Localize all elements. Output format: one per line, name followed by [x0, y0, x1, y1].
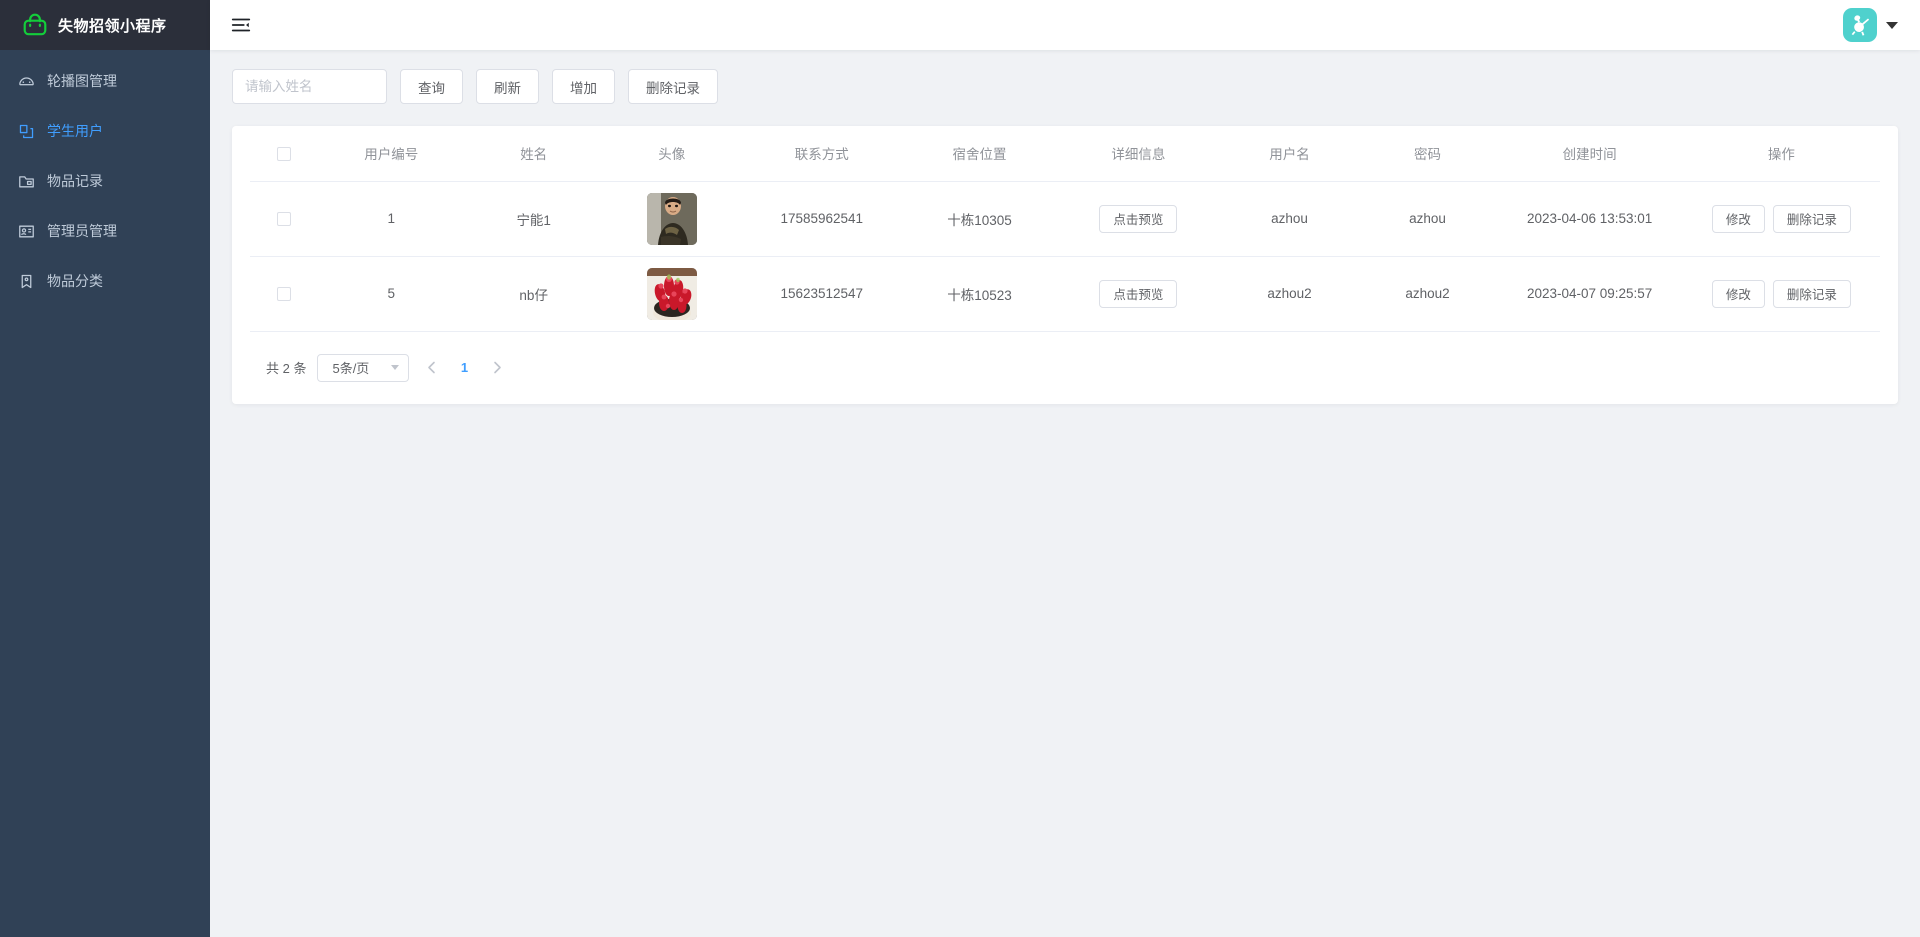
cell-dorm: 十栋10305 — [902, 181, 1057, 257]
cell-username: azhou — [1220, 181, 1359, 257]
delete-row-button[interactable]: 删除记录 — [1772, 204, 1851, 233]
app-title: 失物招领小程序 — [58, 17, 167, 35]
toolbar: 查询 刷新 增加 删除记录 — [232, 69, 1898, 104]
sidebar: 失物招领小程序 轮播图管理 学生用户 物品记录 管理员管理 物品分类 — [0, 0, 210, 937]
row-checkbox[interactable] — [276, 212, 291, 227]
cell-user-id: 5 — [317, 256, 465, 332]
top-navbar — [210, 0, 1920, 50]
preview-button[interactable]: 点击预览 — [1099, 279, 1178, 308]
col-username: 用户名 — [1220, 126, 1359, 182]
cell-details: 点击预览 — [1056, 181, 1221, 257]
caret-down-icon[interactable] — [1886, 21, 1898, 29]
succulent-plant-photo-thumbnail[interactable] — [646, 267, 697, 320]
price-tag-icon — [18, 273, 35, 290]
table-card: 用户编号 姓名 头像 联系方式 宿舍位置 详细信息 用户名 密码 创建时间 操作 — [232, 126, 1898, 404]
row-checkbox[interactable] — [276, 287, 291, 302]
preview-button[interactable]: 点击预览 — [1099, 204, 1178, 233]
cell-password: azhou2 — [1358, 256, 1497, 332]
table-header-row: 用户编号 姓名 头像 联系方式 宿舍位置 详细信息 用户名 密码 创建时间 操作 — [250, 126, 1880, 182]
row-select-cell — [250, 256, 318, 332]
cell-dorm: 十栋10523 — [902, 256, 1057, 332]
cell-name: 宁能1 — [464, 181, 603, 257]
cell-avatar — [602, 256, 741, 332]
select-all-checkbox[interactable] — [276, 146, 291, 161]
student-user-table: 用户编号 姓名 头像 联系方式 宿舍位置 详细信息 用户名 密码 创建时间 操作 — [250, 126, 1880, 332]
cell-operations: 修改 删除记录 — [1682, 256, 1880, 332]
col-phone: 联系方式 — [740, 126, 903, 182]
chevron-down-icon — [391, 365, 400, 370]
sidebar-item-label: 学生用户 — [47, 123, 103, 139]
chevron-left-icon — [428, 361, 435, 374]
cell-phone: 17585962541 — [740, 181, 903, 257]
col-password: 密码 — [1358, 126, 1497, 182]
sidebar-item-admin-manage[interactable]: 管理员管理 — [0, 206, 210, 256]
col-details: 详细信息 — [1056, 126, 1221, 182]
col-avatar: 头像 — [602, 126, 741, 182]
delete-records-button[interactable]: 删除记录 — [628, 69, 718, 104]
cell-phone: 15623512547 — [740, 256, 903, 332]
col-user-id: 用户编号 — [317, 126, 465, 182]
col-created: 创建时间 — [1496, 126, 1683, 182]
search-input[interactable] — [232, 69, 387, 104]
sidebar-item-item-category[interactable]: 物品分类 — [0, 256, 210, 306]
fold-menu-icon[interactable] — [230, 14, 252, 36]
chevron-right-icon — [494, 361, 501, 374]
avatar[interactable] — [1843, 8, 1877, 42]
col-operations: 操作 — [1682, 126, 1880, 182]
sidebar-item-carousel[interactable]: 轮播图管理 — [0, 56, 210, 106]
person-photo-thumbnail[interactable] — [646, 192, 697, 245]
handbag-icon — [22, 12, 48, 38]
page-size-label: 5条/页 — [332, 361, 370, 376]
cell-username: azhou2 — [1220, 256, 1359, 332]
add-button[interactable]: 增加 — [552, 69, 615, 104]
pagination-total: 共 2 条 — [266, 361, 307, 376]
cell-created: 2023-04-06 13:53:01 — [1496, 181, 1683, 257]
cell-operations: 修改 删除记录 — [1682, 181, 1880, 257]
refresh-button[interactable]: 刷新 — [476, 69, 539, 104]
row-select-cell — [250, 181, 318, 257]
table-row: 5 nb仔 15623512547 十栋10523 点击预览 azhou2 az… — [250, 256, 1880, 332]
cell-avatar — [602, 181, 741, 257]
cell-user-id: 1 — [317, 181, 465, 257]
folder-icon — [18, 173, 35, 190]
page-size-select[interactable]: 5条/页 — [317, 353, 410, 382]
cell-password: azhou — [1358, 181, 1497, 257]
sidebar-logo[interactable]: 失物招领小程序 — [0, 0, 210, 50]
cell-details: 点击预览 — [1056, 256, 1221, 332]
delete-row-button[interactable]: 删除记录 — [1772, 279, 1851, 308]
sidebar-item-item-records[interactable]: 物品记录 — [0, 156, 210, 206]
edit-button[interactable]: 修改 — [1711, 279, 1765, 308]
prev-page-button[interactable] — [420, 355, 442, 381]
app-root: 失物招领小程序 轮播图管理 学生用户 物品记录 管理员管理 物品分类 请输入姓名… — [0, 0, 1920, 937]
user-menu[interactable] — [1843, 8, 1898, 42]
col-name: 姓名 — [464, 126, 603, 182]
sidebar-item-label: 管理员管理 — [47, 223, 117, 239]
user-avatar-icon — [1847, 12, 1873, 38]
query-button[interactable]: 查询 — [400, 69, 463, 104]
page-number-1[interactable]: 1 — [453, 355, 475, 381]
next-page-button[interactable] — [486, 355, 508, 381]
sidebar-item-label: 物品分类 — [47, 273, 103, 289]
cell-created: 2023-04-07 09:25:57 — [1496, 256, 1683, 332]
content-area: 查询 刷新 增加 删除记录 — [210, 50, 1920, 937]
select-all-header — [250, 126, 318, 182]
pagination: 共 2 条 5条/页 1 — [250, 332, 1880, 388]
sidebar-item-student-user[interactable]: 学生用户 — [0, 106, 210, 156]
table-row: 1 宁能1 17585962541 十栋10305 点击预览 azhou azh… — [250, 181, 1880, 257]
col-dorm: 宿舍位置 — [902, 126, 1057, 182]
sidebar-item-label: 轮播图管理 — [47, 73, 117, 89]
odometer-icon — [18, 73, 35, 90]
sidebar-menu: 轮播图管理 学生用户 物品记录 管理员管理 物品分类 — [0, 50, 210, 306]
document-copy-icon — [18, 123, 35, 140]
postcard-icon — [18, 223, 35, 240]
cell-name: nb仔 — [464, 256, 603, 332]
sidebar-item-label: 物品记录 — [47, 173, 103, 189]
main-area: 查询 刷新 增加 删除记录 — [210, 0, 1920, 937]
edit-button[interactable]: 修改 — [1711, 204, 1765, 233]
